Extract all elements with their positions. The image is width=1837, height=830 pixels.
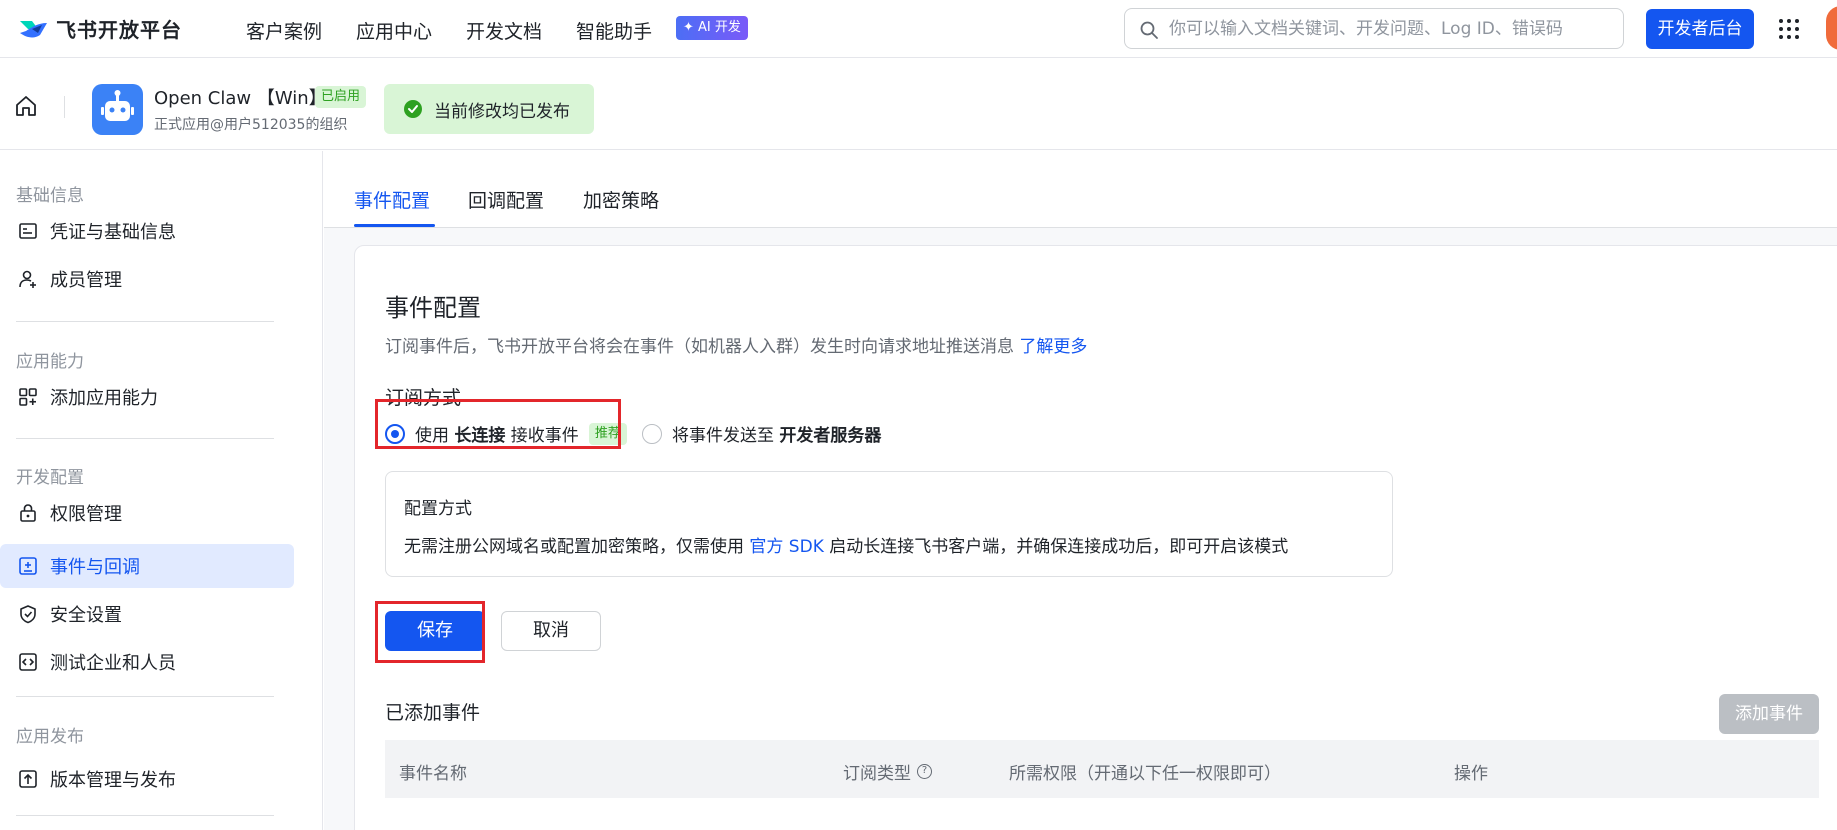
column-header-actions: 操作 xyxy=(1454,764,1488,784)
sidebar-item-versions[interactable]: 版本管理与发布 xyxy=(0,757,294,801)
feishu-logo-icon xyxy=(20,20,47,37)
cancel-button[interactable]: 取消 xyxy=(501,611,601,651)
sidebar-item-security[interactable]: 安全设置 xyxy=(0,592,294,636)
sidebar-divider xyxy=(16,438,274,439)
developer-console-button[interactable]: 开发者后台 xyxy=(1646,9,1754,49)
search-input[interactable] xyxy=(1169,17,1609,41)
tab-encryption[interactable]: 加密策略 xyxy=(583,186,659,213)
section-title: 事件配置 xyxy=(385,294,481,322)
sidebar-item-label: 成员管理 xyxy=(50,270,122,291)
column-header-event-name: 事件名称 xyxy=(399,764,467,784)
sidebar-divider xyxy=(16,321,274,322)
column-header-permissions: 所需权限（开通以下任一权限即可） xyxy=(1009,764,1281,784)
nav-link-app-center[interactable]: 应用中心 xyxy=(356,17,432,44)
sidebar-item-label: 版本管理与发布 xyxy=(50,770,176,791)
sidebar-item-label: 测试企业和人员 xyxy=(50,653,176,674)
description-text: 订阅事件后，飞书开放平台将会在事件（如机器人入群）发生时向请求地址推送消息 xyxy=(385,337,1014,357)
section-description: 订阅事件后，飞书开放平台将会在事件（如机器人入群）发生时向请求地址推送消息 了解… xyxy=(385,332,1087,357)
active-tab-indicator xyxy=(354,224,435,227)
sidebar-divider xyxy=(16,815,274,816)
add-event-button[interactable]: 添加事件 xyxy=(1719,694,1819,734)
radio-developer-server[interactable]: 将事件发送至 开发者服务器 xyxy=(642,421,881,446)
publish-tip-text: 当前修改均已发布 xyxy=(434,101,570,122)
event-config-card: 事件配置 订阅事件后，飞书开放平台将会在事件（如机器人入群）发生时向请求地址推送… xyxy=(354,245,1837,830)
lock-icon xyxy=(20,504,36,522)
home-icon[interactable] xyxy=(14,94,38,118)
nav-link-cases[interactable]: 客户案例 xyxy=(246,17,322,44)
sidebar-item-members[interactable]: 成员管理 xyxy=(0,257,294,301)
main-nav: 客户案例 应用中心 开发文档 智能助手 xyxy=(246,17,686,44)
highlight-box-radio xyxy=(375,399,621,449)
sidebar-item-label: 安全设置 xyxy=(50,605,122,626)
sidebar-item-events-callbacks[interactable]: 事件与回调 xyxy=(0,544,294,588)
check-circle-icon xyxy=(404,100,422,118)
tab-callback-config[interactable]: 回调配置 xyxy=(468,186,544,213)
sidebar-section-dev: 开发配置 xyxy=(16,468,84,488)
sidebar-item-credentials[interactable]: 凭证与基础信息 xyxy=(0,209,294,253)
header-divider xyxy=(64,96,65,118)
tab-event-config[interactable]: 事件配置 xyxy=(354,186,430,213)
publish-status-tip: 当前修改均已发布 xyxy=(384,84,594,134)
radio-label: 将事件发送至 开发者服务器 xyxy=(672,426,882,446)
highlight-box-save xyxy=(375,601,485,663)
sidebar-section-release: 应用发布 xyxy=(16,727,84,747)
ai-dev-badge[interactable]: ✦ AI 开发 xyxy=(676,16,748,40)
config-method-box: 配置方式 无需注册公网域名或配置加密策略，仅需使用 官方 SDK 启动长连接飞书… xyxy=(385,471,1393,577)
radio-unchecked-icon[interactable] xyxy=(642,423,662,444)
sidebar-item-label: 权限管理 xyxy=(50,504,122,525)
events-table-header: 事件名称 订阅类型? 所需权限（开通以下任一权限即可） 操作 xyxy=(385,740,1819,798)
apps-plus-icon xyxy=(19,388,37,406)
search-icon xyxy=(1140,21,1158,39)
event-icon xyxy=(19,557,37,575)
app-name: Open Claw 【Win】 xyxy=(154,88,327,109)
code-icon xyxy=(19,653,37,671)
config-method-title: 配置方式 xyxy=(404,499,472,519)
upload-icon xyxy=(19,770,37,788)
help-icon[interactable]: ? xyxy=(917,764,932,779)
sidebar-item-label: 事件与回调 xyxy=(50,557,140,578)
app-robot-icon xyxy=(92,84,143,135)
sidebar-item-label: 凭证与基础信息 xyxy=(50,222,176,243)
sidebar-item-add-capability[interactable]: 添加应用能力 xyxy=(0,375,294,419)
main-content: 事件配置 回调配置 加密策略 事件配置 订阅事件后，飞书开放平台将会在事件（如机… xyxy=(324,151,1837,830)
doc-search[interactable] xyxy=(1124,8,1624,49)
nav-link-assistant[interactable]: 智能助手 xyxy=(576,17,652,44)
sidebar: 基础信息 凭证与基础信息 成员管理 应用能力 添加应用能力 开发配置 权限管理 … xyxy=(0,151,323,830)
learn-more-link[interactable]: 了解更多 xyxy=(1019,337,1087,357)
sidebar-item-permissions[interactable]: 权限管理 xyxy=(0,491,294,535)
apps-grid-icon[interactable] xyxy=(1777,17,1801,41)
sidebar-item-label: 添加应用能力 xyxy=(50,388,158,409)
nav-link-docs[interactable]: 开发文档 xyxy=(466,17,542,44)
column-header-subscription-type: 订阅类型? xyxy=(843,759,932,784)
top-navigation: 飞书开放平台 客户案例 应用中心 开发文档 智能助手 ✦ AI 开发 开发者后台 xyxy=(0,0,1837,58)
added-events-title: 已添加事件 xyxy=(385,702,481,724)
user-avatar[interactable] xyxy=(1826,6,1837,50)
app-header: Open Claw 【Win】 已启用 正式应用@用户512035的组织 当前修… xyxy=(0,58,1837,150)
user-add-icon xyxy=(19,270,36,288)
brand-logo[interactable]: 飞书开放平台 xyxy=(18,14,182,43)
sidebar-section-capability: 应用能力 xyxy=(16,352,84,372)
brand-name: 飞书开放平台 xyxy=(56,18,182,42)
sidebar-divider xyxy=(16,696,274,697)
config-tabs: 事件配置 回调配置 加密策略 xyxy=(324,151,1837,228)
shield-icon xyxy=(20,605,36,624)
sidebar-item-test-enterprise[interactable]: 测试企业和人员 xyxy=(0,640,294,684)
sidebar-section-basic: 基础信息 xyxy=(16,186,84,206)
status-badge: 已启用 xyxy=(315,86,367,108)
app-org: 正式应用@用户512035的组织 xyxy=(154,117,348,133)
sdk-link[interactable]: 官方 SDK xyxy=(749,537,823,557)
credential-icon xyxy=(19,223,37,239)
config-method-text: 无需注册公网域名或配置加密策略，仅需使用 官方 SDK 启动长连接飞书客户端，并… xyxy=(404,537,1289,557)
